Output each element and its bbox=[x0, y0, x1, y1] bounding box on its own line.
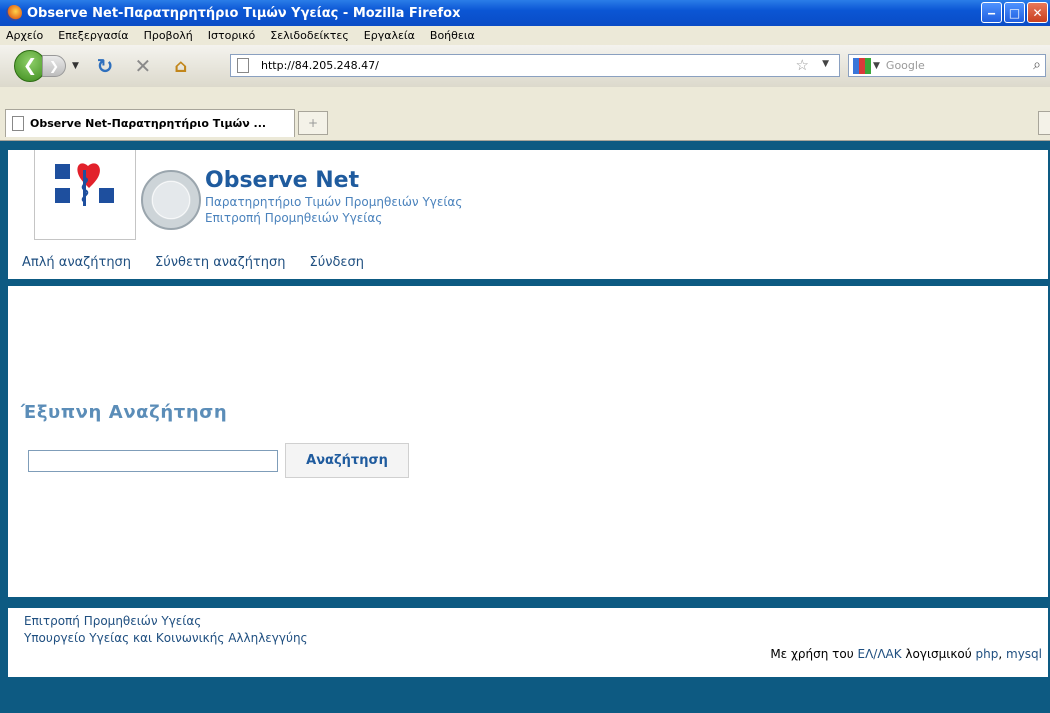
window-title: Observe Net-Παρατηρητήριο Τιμών Υγείας -… bbox=[27, 5, 461, 21]
firefox-icon bbox=[6, 5, 22, 21]
mysql-link[interactable]: mysql bbox=[1006, 647, 1042, 661]
forward-button[interactable]: ❯ bbox=[42, 55, 66, 77]
site-nav: Απλή αναζήτηση Σύνθετη αναζήτηση Σύνδεση bbox=[22, 255, 388, 270]
foss-link[interactable]: ΕΛ/ΛΑΚ bbox=[857, 647, 901, 661]
minimize-button[interactable]: ‒ bbox=[981, 2, 1002, 23]
reload-icon[interactable]: ↻ bbox=[93, 54, 117, 78]
search-button[interactable]: Αναζήτηση bbox=[285, 443, 409, 478]
health-logo-icon bbox=[55, 163, 114, 206]
search-engine-dropdown-icon[interactable]: ▼ bbox=[873, 61, 880, 71]
stop-icon[interactable]: ✕ bbox=[131, 54, 155, 78]
site-subtitle-2: Επιτροπή Προμηθειών Υγείας bbox=[205, 211, 383, 225]
greek-coat-of-arms-icon bbox=[141, 170, 201, 230]
menu-help[interactable]: Βοήθεια bbox=[430, 29, 475, 42]
page-content: Observe Net Παρατηρητήριο Τιμών Προμηθει… bbox=[0, 141, 1050, 713]
site-header: Observe Net Παρατηρητήριο Τιμών Προμηθει… bbox=[8, 150, 1048, 279]
footer-credit-mid: λογισμικού bbox=[901, 647, 976, 661]
menu-bar: Αρχείο Επεξεργασία Προβολή Ιστορικό Σελι… bbox=[0, 26, 1050, 45]
site-footer: Επιτροπή Προμηθειών Υγείας Υπουργείο Υγε… bbox=[8, 608, 1048, 677]
search-input[interactable] bbox=[28, 450, 278, 472]
home-icon[interactable]: ⌂ bbox=[169, 56, 193, 77]
footer-committee: Επιτροπή Προμηθειών Υγείας bbox=[24, 614, 202, 628]
url-bar[interactable]: http://84.205.248.47/ ☆ ▼ bbox=[230, 54, 840, 77]
close-button[interactable]: ✕ bbox=[1027, 2, 1048, 23]
menu-file[interactable]: Αρχείο bbox=[6, 29, 43, 42]
nav-advanced-search[interactable]: Σύνθετη αναζήτηση bbox=[155, 255, 285, 270]
footer-credit-sep: , bbox=[998, 647, 1006, 661]
main-panel: Έξυπνη Αναζήτηση Αναζήτηση bbox=[8, 286, 1048, 597]
tab-title: Observe Net-Παρατηρητήριο Τιμών ... bbox=[30, 117, 267, 130]
google-icon[interactable] bbox=[853, 57, 871, 74]
page-icon bbox=[237, 58, 249, 73]
site-subtitle: Παρατηρητήριο Τιμών Προμηθειών Υγείας bbox=[205, 195, 463, 209]
nav-simple-search[interactable]: Απλή αναζήτηση bbox=[22, 255, 131, 270]
tab-page-icon bbox=[12, 116, 24, 131]
navigation-toolbar: ❮ ❯ ▼ ↻ ✕ ⌂ http://84.205.248.47/ ☆ ▼ ▼ … bbox=[0, 45, 1050, 87]
menu-tools[interactable]: Εργαλεία bbox=[364, 29, 415, 42]
bookmark-star-icon[interactable]: ☆ bbox=[796, 56, 809, 74]
footer-credit: Με χρήση του ΕΛ/ΛΑΚ λογισμικού php, mysq… bbox=[770, 647, 1042, 661]
history-dropdown-icon[interactable]: ▼ bbox=[72, 61, 79, 71]
search-heading: Έξυπνη Αναζήτηση bbox=[21, 402, 228, 423]
health-logo bbox=[34, 150, 136, 240]
tab-scroll-button[interactable] bbox=[1038, 111, 1050, 135]
maximize-button[interactable]: □ bbox=[1004, 2, 1025, 23]
web-search-placeholder: Google bbox=[885, 59, 925, 72]
site-brand: Observe Net bbox=[205, 168, 360, 193]
browser-window: Observe Net-Παρατηρητήριο Τιμών Υγείας -… bbox=[0, 0, 1050, 713]
tab-observe-net[interactable]: Observe Net-Παρατηρητήριο Τιμών ... bbox=[5, 109, 295, 137]
menu-view[interactable]: Προβολή bbox=[144, 29, 193, 42]
menu-history[interactable]: Ιστορικό bbox=[208, 29, 256, 42]
search-icon[interactable]: ⌕ bbox=[1033, 57, 1041, 73]
title-bar: Observe Net-Παρατηρητήριο Τιμών Υγείας -… bbox=[0, 0, 1050, 26]
footer-ministry: Υπουργείο Υγείας και Κοινωνικής Αλληλεγγ… bbox=[24, 631, 308, 645]
url-dropdown-icon[interactable]: ▼ bbox=[822, 59, 829, 69]
php-link[interactable]: php bbox=[976, 647, 999, 661]
footer-credit-prefix: Με χρήση του bbox=[770, 647, 858, 661]
tab-bar: Observe Net-Παρατηρητήριο Τιμών ... + bbox=[0, 87, 1050, 141]
menu-edit[interactable]: Επεξεργασία bbox=[58, 29, 128, 42]
menu-bookmarks[interactable]: Σελιδοδείκτες bbox=[270, 29, 349, 42]
nav-login[interactable]: Σύνδεση bbox=[309, 255, 363, 270]
new-tab-button[interactable]: + bbox=[298, 111, 328, 135]
url-text: http://84.205.248.47/ bbox=[261, 59, 379, 72]
web-search-box[interactable]: ▼ Google ⌕ bbox=[848, 54, 1046, 77]
